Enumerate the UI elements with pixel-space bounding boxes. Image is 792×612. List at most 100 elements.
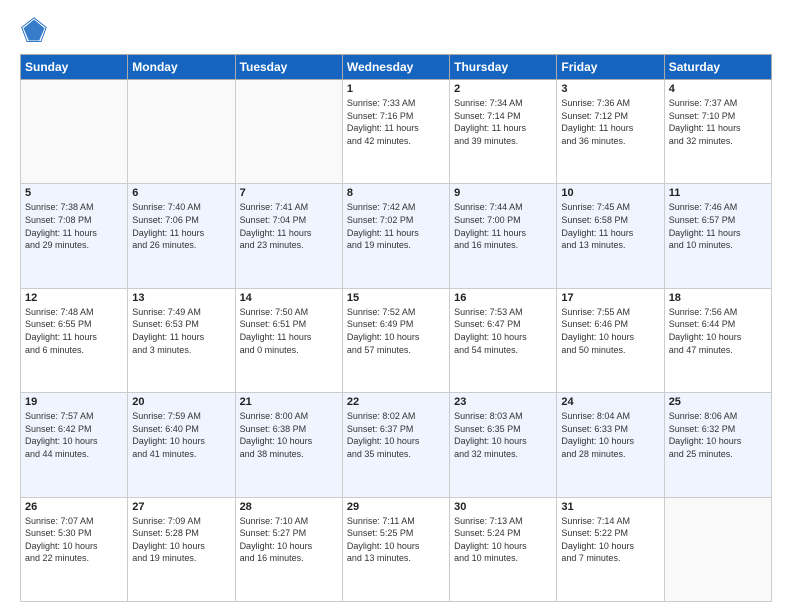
day-info: Sunrise: 7:55 AM Sunset: 6:46 PM Dayligh… [561, 306, 659, 356]
day-number: 24 [561, 396, 659, 408]
calendar-week-row: 5 Sunrise: 7:38 AM Sunset: 7:08 PM Daylig… [21, 184, 772, 288]
day-info: Sunrise: 7:09 AM Sunset: 5:28 PM Dayligh… [132, 515, 230, 565]
day-info: Sunrise: 8:03 AM Sunset: 6:35 PM Dayligh… [454, 410, 552, 460]
calendar-week-row: 1Sunrise: 7:33 AM Sunset: 7:16 PM Daylig… [21, 80, 772, 184]
day-number: 8 [347, 187, 445, 199]
day-number: 12 [25, 292, 123, 304]
logo-icon [20, 16, 48, 44]
day-number: 31 [561, 501, 659, 513]
day-number: 13 [132, 292, 230, 304]
day-number: 9 [454, 187, 552, 199]
calendar-day: 23 Sunrise: 8:03 AM Sunset: 6:35 PM Dayli… [450, 393, 557, 497]
calendar-day: 9 Sunrise: 7:44 AM Sunset: 7:00 PM Daylig… [450, 184, 557, 288]
day-info: Sunrise: 7:14 AM Sunset: 5:22 PM Dayligh… [561, 515, 659, 565]
calendar-day: 3 Sunrise: 7:36 AM Sunset: 7:12 PM Daylig… [557, 80, 664, 184]
calendar-day: 10Sunrise: 7:45 AM Sunset: 6:58 PM Dayli… [557, 184, 664, 288]
calendar-day [235, 80, 342, 184]
column-header-sunday: Sunday [21, 55, 128, 80]
calendar-day: 27 Sunrise: 7:09 AM Sunset: 5:28 PM Dayli… [128, 497, 235, 601]
calendar-day: 26 Sunrise: 7:07 AM Sunset: 5:30 PM Dayli… [21, 497, 128, 601]
calendar-day: 11Sunrise: 7:46 AM Sunset: 6:57 PM Dayli… [664, 184, 771, 288]
day-info: Sunrise: 8:00 AM Sunset: 6:38 PM Dayligh… [240, 410, 338, 460]
day-info: Sunrise: 7:57 AM Sunset: 6:42 PM Dayligh… [25, 410, 123, 460]
calendar-day: 7Sunrise: 7:41 AM Sunset: 7:04 PM Daylig… [235, 184, 342, 288]
calendar-day: 14 Sunrise: 7:50 AM Sunset: 6:51 PM Dayli… [235, 288, 342, 392]
calendar-day: 1Sunrise: 7:33 AM Sunset: 7:16 PM Daylig… [342, 80, 449, 184]
page: SundayMondayTuesdayWednesdayThursdayFrid… [0, 0, 792, 612]
calendar-day [128, 80, 235, 184]
calendar-day: 28 Sunrise: 7:10 AM Sunset: 5:27 PM Dayli… [235, 497, 342, 601]
day-info: Sunrise: 7:37 AM Sunset: 7:10 PM Dayligh… [669, 97, 767, 147]
calendar-day: 21Sunrise: 8:00 AM Sunset: 6:38 PM Dayli… [235, 393, 342, 497]
calendar-day [21, 80, 128, 184]
calendar-week-row: 26 Sunrise: 7:07 AM Sunset: 5:30 PM Dayli… [21, 497, 772, 601]
calendar-day: 6 Sunrise: 7:40 AM Sunset: 7:06 PM Daylig… [128, 184, 235, 288]
calendar-day: 31 Sunrise: 7:14 AM Sunset: 5:22 PM Dayli… [557, 497, 664, 601]
calendar-day: 20Sunrise: 7:59 AM Sunset: 6:40 PM Dayli… [128, 393, 235, 497]
day-info: Sunrise: 7:38 AM Sunset: 7:08 PM Dayligh… [25, 201, 123, 251]
column-header-wednesday: Wednesday [342, 55, 449, 80]
column-header-thursday: Thursday [450, 55, 557, 80]
day-number: 17 [561, 292, 659, 304]
day-info: Sunrise: 7:07 AM Sunset: 5:30 PM Dayligh… [25, 515, 123, 565]
day-info: Sunrise: 7:45 AM Sunset: 6:58 PM Dayligh… [561, 201, 659, 251]
calendar-day: 12 Sunrise: 7:48 AM Sunset: 6:55 PM Dayli… [21, 288, 128, 392]
day-info: Sunrise: 7:44 AM Sunset: 7:00 PM Dayligh… [454, 201, 552, 251]
day-info: Sunrise: 7:33 AM Sunset: 7:16 PM Dayligh… [347, 97, 445, 147]
calendar-day: 2 Sunrise: 7:34 AM Sunset: 7:14 PM Daylig… [450, 80, 557, 184]
calendar-day: 13 Sunrise: 7:49 AM Sunset: 6:53 PM Dayli… [128, 288, 235, 392]
calendar-day: 30 Sunrise: 7:13 AM Sunset: 5:24 PM Dayli… [450, 497, 557, 601]
calendar-day: 18Sunrise: 7:56 AM Sunset: 6:44 PM Dayli… [664, 288, 771, 392]
day-number: 4 [669, 83, 767, 95]
calendar-day: 16 Sunrise: 7:53 AM Sunset: 6:47 PM Dayli… [450, 288, 557, 392]
day-info: Sunrise: 7:49 AM Sunset: 6:53 PM Dayligh… [132, 306, 230, 356]
day-number: 14 [240, 292, 338, 304]
day-number: 30 [454, 501, 552, 513]
day-number: 5 [25, 187, 123, 199]
day-info: Sunrise: 7:50 AM Sunset: 6:51 PM Dayligh… [240, 306, 338, 356]
day-info: Sunrise: 7:11 AM Sunset: 5:25 PM Dayligh… [347, 515, 445, 565]
calendar-day: 22Sunrise: 8:02 AM Sunset: 6:37 PM Dayli… [342, 393, 449, 497]
calendar-day: 29Sunrise: 7:11 AM Sunset: 5:25 PM Dayli… [342, 497, 449, 601]
calendar-day: 17 Sunrise: 7:55 AM Sunset: 6:46 PM Dayli… [557, 288, 664, 392]
day-info: Sunrise: 7:46 AM Sunset: 6:57 PM Dayligh… [669, 201, 767, 251]
calendar-day: 24 Sunrise: 8:04 AM Sunset: 6:33 PM Dayli… [557, 393, 664, 497]
calendar-day: 4 Sunrise: 7:37 AM Sunset: 7:10 PM Daylig… [664, 80, 771, 184]
calendar-day: 19Sunrise: 7:57 AM Sunset: 6:42 PM Dayli… [21, 393, 128, 497]
day-info: Sunrise: 7:41 AM Sunset: 7:04 PM Dayligh… [240, 201, 338, 251]
calendar-day: 8Sunrise: 7:42 AM Sunset: 7:02 PM Daylig… [342, 184, 449, 288]
header [20, 16, 772, 44]
calendar-table: SundayMondayTuesdayWednesdayThursdayFrid… [20, 54, 772, 602]
day-number: 27 [132, 501, 230, 513]
day-info: Sunrise: 7:56 AM Sunset: 6:44 PM Dayligh… [669, 306, 767, 356]
day-info: Sunrise: 7:10 AM Sunset: 5:27 PM Dayligh… [240, 515, 338, 565]
day-info: Sunrise: 7:34 AM Sunset: 7:14 PM Dayligh… [454, 97, 552, 147]
column-header-friday: Friday [557, 55, 664, 80]
day-info: Sunrise: 7:48 AM Sunset: 6:55 PM Dayligh… [25, 306, 123, 356]
calendar-day: 5 Sunrise: 7:38 AM Sunset: 7:08 PM Daylig… [21, 184, 128, 288]
day-number: 3 [561, 83, 659, 95]
calendar-day: 15Sunrise: 7:52 AM Sunset: 6:49 PM Dayli… [342, 288, 449, 392]
day-number: 6 [132, 187, 230, 199]
column-header-saturday: Saturday [664, 55, 771, 80]
logo [20, 16, 52, 44]
column-header-monday: Monday [128, 55, 235, 80]
day-number: 23 [454, 396, 552, 408]
day-number: 15 [347, 292, 445, 304]
day-info: Sunrise: 8:02 AM Sunset: 6:37 PM Dayligh… [347, 410, 445, 460]
day-info: Sunrise: 7:59 AM Sunset: 6:40 PM Dayligh… [132, 410, 230, 460]
day-info: Sunrise: 7:36 AM Sunset: 7:12 PM Dayligh… [561, 97, 659, 147]
day-number: 26 [25, 501, 123, 513]
day-info: Sunrise: 8:04 AM Sunset: 6:33 PM Dayligh… [561, 410, 659, 460]
day-number: 16 [454, 292, 552, 304]
calendar-day [664, 497, 771, 601]
day-info: Sunrise: 7:40 AM Sunset: 7:06 PM Dayligh… [132, 201, 230, 251]
day-number: 2 [454, 83, 552, 95]
calendar-week-row: 12 Sunrise: 7:48 AM Sunset: 6:55 PM Dayli… [21, 288, 772, 392]
calendar-day: 25Sunrise: 8:06 AM Sunset: 6:32 PM Dayli… [664, 393, 771, 497]
day-info: Sunrise: 7:53 AM Sunset: 6:47 PM Dayligh… [454, 306, 552, 356]
calendar-week-row: 19Sunrise: 7:57 AM Sunset: 6:42 PM Dayli… [21, 393, 772, 497]
day-number: 28 [240, 501, 338, 513]
day-info: Sunrise: 7:13 AM Sunset: 5:24 PM Dayligh… [454, 515, 552, 565]
day-number: 25 [669, 396, 767, 408]
